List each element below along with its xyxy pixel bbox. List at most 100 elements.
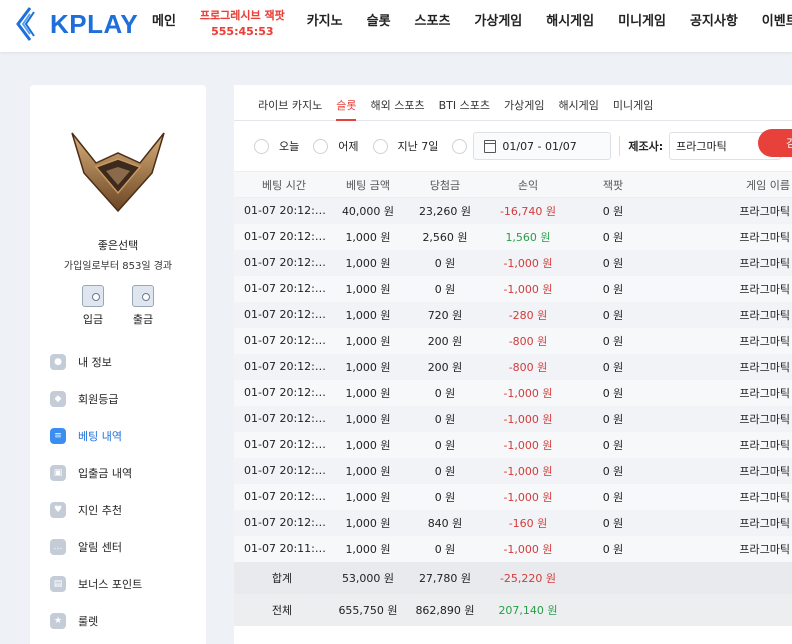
cell-game-name: 프라그마틱	[739, 230, 790, 244]
tab-live-casino[interactable]: 라이브 카지노	[258, 85, 322, 121]
cell-game-name: 프라그마틱	[739, 204, 790, 218]
tab-virtual[interactable]: 가상게임	[504, 85, 544, 121]
nav-event[interactable]: 이벤트	[762, 0, 792, 29]
cell-jackpot: 0 원	[602, 256, 624, 270]
deposit-label: 입금	[82, 313, 104, 326]
subtotal-win: 27,780 원	[406, 561, 484, 594]
cell-profit-loss: -280 원	[508, 308, 548, 322]
cell-bet-amount: 40,000 원	[341, 204, 395, 218]
betting-history-icon: ≡	[50, 427, 66, 444]
site-logo[interactable]: KPLAY	[14, 4, 138, 44]
nav-progressive-jackpot[interactable]: 프로그레시브 잭팟 555:45:53	[200, 0, 285, 40]
table-body: 01-07 20:12:… 40,000 원 23,260 원 -16,740 원 0 …	[234, 197, 792, 562]
cell-bet-amount: 1,000 원	[345, 334, 391, 348]
calendar-icon	[484, 139, 497, 153]
cell-winnings: 200 원	[427, 360, 463, 374]
cell-bet-amount: 1,000 원	[345, 360, 391, 374]
subtotal-bet: 53,000 원	[330, 561, 406, 594]
sidebar-item-bonus[interactable]: ▤ 보너스 포인트	[50, 565, 200, 602]
cell-bet-amount: 1,000 원	[345, 490, 391, 504]
total-empty	[654, 593, 792, 626]
search-button[interactable]: 검	[758, 129, 792, 157]
nav-hash[interactable]: 해시게임	[546, 0, 594, 29]
cell-game-name: 프라그마틱	[739, 386, 790, 400]
table-row: 01-07 20:12:… 1,000 원 0 원 -1,000 원 0 원 프라그마틱	[234, 405, 792, 432]
filter-yesterday[interactable]: 어제	[313, 138, 359, 154]
sidebar-item-referral[interactable]: ♥ 지인 추천	[50, 491, 200, 528]
cell-jackpot: 0 원	[602, 230, 624, 244]
col-winnings: 당첨금	[406, 171, 484, 198]
nav-sports[interactable]: 스포츠	[415, 0, 451, 29]
cell-bet-amount: 1,000 원	[345, 438, 391, 452]
subtotal-empty	[654, 561, 792, 594]
filter-today[interactable]: 오늘	[254, 138, 299, 154]
nav-mini[interactable]: 미니게임	[618, 0, 666, 29]
table-row: 01-07 20:12:… 1,000 원 0 원 -1,000 원 0 원 프라그마틱	[234, 379, 792, 406]
sidebar-item-roulette[interactable]: ★ 룰렛	[50, 602, 200, 639]
table-row: 01-07 20:12:… 1,000 원 0 원 -1,000 원 0 원 프라그마틱	[234, 249, 792, 276]
cell-bet-time: 01-07 20:12:…	[244, 204, 326, 218]
date-range-value: 01/07 - 01/07	[502, 139, 577, 153]
cell-winnings: 2,560 원	[422, 230, 468, 244]
cell-bet-time: 01-07 20:12:…	[244, 386, 326, 399]
cell-winnings: 0 원	[434, 256, 456, 270]
nav-main[interactable]: 메인	[152, 0, 176, 29]
cell-game-name: 프라그마틱	[739, 490, 790, 504]
sidebar-item-notifications[interactable]: … 알림 센터	[50, 528, 200, 565]
cell-bet-time: 01-07 20:12:…	[244, 230, 326, 243]
top-header: KPLAY 메인 프로그레시브 잭팟 555:45:53 카지노 슬롯 스포츠 …	[0, 0, 792, 52]
cell-profit-loss: -1,000 원	[503, 256, 553, 270]
cell-bet-amount: 1,000 원	[345, 386, 391, 400]
cell-jackpot: 0 원	[602, 412, 624, 426]
sidebar-item-label: 지인 추천	[78, 503, 122, 517]
sidebar-item-grade[interactable]: ◆ 회원등급	[50, 380, 200, 417]
tab-hash[interactable]: 해시게임	[558, 85, 598, 121]
subtotal-row: 합계 53,000 원 27,780 원 -25,220 원	[234, 561, 792, 594]
cell-bet-amount: 1,000 원	[345, 542, 391, 556]
filter-bar: 오늘 어제 지난 7일 01/07 - 01/07 제조사: 검	[234, 121, 792, 171]
cell-bet-time: 01-07 20:12:…	[244, 360, 326, 373]
cell-game-name: 프라그마틱	[739, 256, 790, 270]
betting-history-panel: 라이브 카지노 슬롯 해외 스포츠 BTI 스포츠 가상게임 해시게임 미니게임…	[234, 85, 792, 644]
cell-game-name: 프라그마틱	[739, 282, 790, 296]
filter-custom[interactable]	[452, 138, 468, 154]
nav-virtual[interactable]: 가상게임	[474, 0, 522, 29]
bonus-icon: ▤	[50, 575, 66, 592]
sidebar-item-label: 알림 센터	[78, 540, 122, 554]
cell-bet-time: 01-07 20:12:…	[244, 308, 326, 321]
sidebar-item-my-info[interactable]: ● 내 정보	[50, 343, 200, 380]
cell-jackpot: 0 원	[602, 334, 624, 348]
filter-label: 지난 7일	[397, 140, 439, 153]
nav-notice[interactable]: 공지사항	[690, 0, 738, 29]
nav-slot[interactable]: 슬롯	[367, 0, 391, 29]
total-empty	[572, 593, 654, 626]
nav-casino[interactable]: 카지노	[307, 0, 343, 29]
cell-game-name: 프라그마틱	[739, 464, 790, 478]
cell-jackpot: 0 원	[602, 438, 624, 452]
deposit-button[interactable]: 입금	[73, 285, 113, 327]
radio-icon	[313, 138, 329, 154]
jackpot-title: 프로그레시브 잭팟	[199, 9, 285, 22]
cell-winnings: 23,260 원	[418, 204, 472, 218]
sidebar-item-transactions[interactable]: ▣ 입출금 내역	[50, 454, 200, 491]
tab-bti-sports[interactable]: BTI 스포츠	[439, 85, 490, 121]
table-row: 01-07 20:12:… 1,000 원 840 원 -160 원 0 원 프라그마틱	[234, 509, 792, 536]
table-row: 01-07 20:12:… 40,000 원 23,260 원 -16,740 원 0 …	[234, 197, 792, 224]
filter-last-7-days[interactable]: 지난 7일	[372, 138, 439, 154]
withdraw-button[interactable]: 출금	[123, 285, 163, 327]
table-row: 01-07 20:12:… 1,000 원 0 원 -1,000 원 0 원 프라그마틱	[234, 457, 792, 484]
cell-winnings: 720 원	[427, 308, 463, 322]
cell-bet-time: 01-07 20:12:…	[244, 412, 326, 425]
sidebar-item-betting-history[interactable]: ≡ 베팅 내역	[50, 417, 200, 454]
tab-slot[interactable]: 슬롯	[336, 85, 357, 121]
cell-profit-loss: -160 원	[508, 516, 548, 530]
tab-overseas-sports[interactable]: 해외 스포츠	[370, 85, 424, 121]
game-tabs: 라이브 카지노 슬롯 해외 스포츠 BTI 스포츠 가상게임 해시게임 미니게임	[234, 85, 792, 121]
subtotal-empty	[572, 561, 654, 594]
tab-mini[interactable]: 미니게임	[613, 85, 653, 121]
table-row: 01-07 20:12:… 1,000 원 0 원 -1,000 원 0 원 프라그마틱	[234, 483, 792, 510]
profile-icon: ●	[50, 353, 66, 370]
cell-bet-time: 01-07 20:11:…	[244, 542, 326, 555]
date-range-picker[interactable]: 01/07 - 01/07	[473, 132, 612, 160]
cell-profit-loss: -800 원	[508, 360, 548, 374]
